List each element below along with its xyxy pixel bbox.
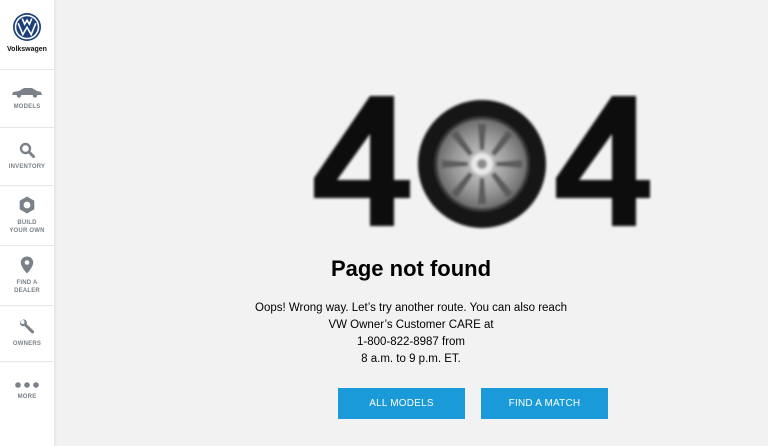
error-message: Oops! Wrong way. Let’s try another route… — [54, 300, 768, 368]
action-buttons: ALL MODELS FIND A MATCH — [338, 388, 608, 419]
message-line: VW Owner’s Customer CARE at — [328, 319, 494, 331]
map-pin-icon — [20, 256, 34, 274]
sidebar: Volkswagen MODELS INVENTORY BUILD YOUR O… — [0, 0, 54, 446]
nav-item-find-a-dealer[interactable]: FIND A DEALER — [0, 246, 54, 306]
wrench-icon — [19, 319, 35, 334]
brand-name: Volkswagen — [7, 46, 47, 53]
car-icon — [12, 88, 42, 98]
nav-label-more: MORE — [17, 393, 37, 400]
find-a-match-button[interactable]: FIND A MATCH — [481, 388, 608, 419]
digit-four-left — [314, 96, 410, 226]
page-title: Page not found — [330, 256, 492, 281]
nav-item-owners[interactable]: OWNERS — [0, 306, 54, 362]
all-models-button[interactable]: ALL MODELS — [338, 388, 465, 419]
nav-label-find-a-dealer: FIND A DEALER — [14, 280, 40, 294]
nav-item-inventory[interactable]: INVENTORY — [0, 128, 54, 186]
digit-four-right — [556, 96, 650, 226]
vw-logo-icon — [13, 13, 41, 41]
brand-logo-link[interactable]: Volkswagen — [0, 0, 54, 70]
nav-label-models: MODELS — [13, 104, 41, 110]
hexagon-nut-icon — [19, 196, 35, 214]
message-line: Oops! Wrong way. Let’s try another route… — [255, 302, 567, 314]
message-line: 8 a.m. to 9 p.m. ET. — [361, 353, 461, 365]
message-line: 1-800-822-8987 from — [356, 336, 466, 348]
nav-label-build-your-own: BUILD YOUR OWN — [9, 220, 45, 234]
nav-item-build-your-own[interactable]: BUILD YOUR OWN — [0, 186, 54, 246]
nav-label-owners: OWNERS — [12, 341, 42, 347]
main-content: Page not found Oops! Wrong way. Let’s tr… — [54, 0, 768, 446]
nav-item-more[interactable]: MORE — [0, 362, 54, 420]
404-wheel-graphic — [314, 96, 650, 228]
search-icon — [19, 142, 35, 158]
nav-item-models[interactable]: MODELS — [0, 70, 54, 128]
nav-label-inventory: INVENTORY — [8, 164, 46, 170]
more-dots-icon — [15, 381, 39, 388]
